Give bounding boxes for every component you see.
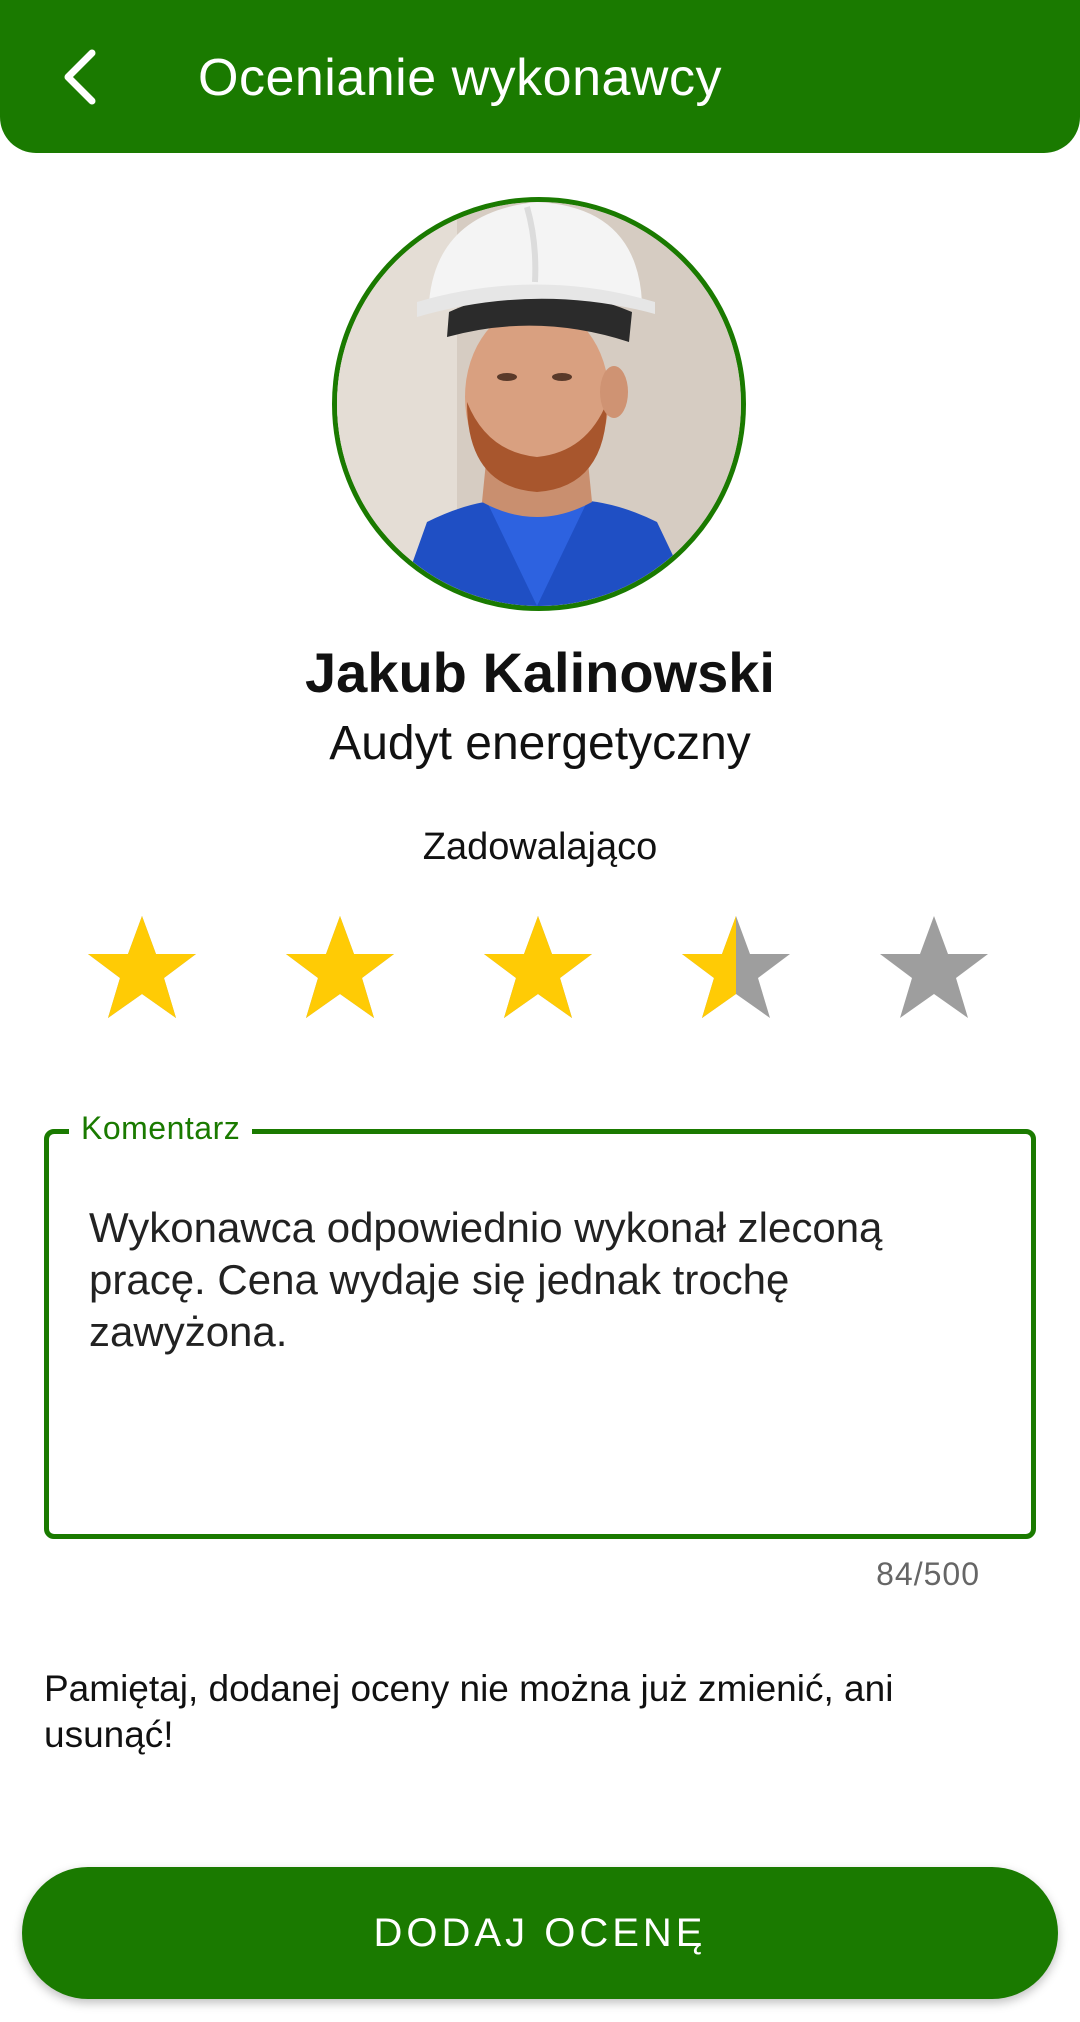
contractor-avatar xyxy=(332,197,746,611)
app-bar: Ocenianie wykonawcy xyxy=(0,0,1080,153)
rating-label: Zadowalająco xyxy=(422,826,658,868)
star-icon-2[interactable] xyxy=(280,910,400,1030)
warning-text: Pamiętaj, dodanej oceny nie można już zm… xyxy=(44,1668,894,1755)
comment-label: Komentarz xyxy=(69,1110,253,1147)
star-rating[interactable] xyxy=(0,910,1080,1030)
contractor-service: Audyt energetyczny xyxy=(329,717,751,770)
submit-rating-button[interactable]: DODAJ OCENĘ xyxy=(22,1867,1058,1999)
comment-input-text[interactable]: Wykonawca odpowiednio wykonał zleconą pr… xyxy=(89,1202,989,1358)
comment-field[interactable]: Komentarz Wykonawca odpowiednio wykonał … xyxy=(44,1110,1036,1539)
page-title: Ocenianie wykonawcy xyxy=(198,49,722,107)
star-icon-1[interactable] xyxy=(82,910,202,1030)
back-button[interactable] xyxy=(40,32,120,122)
contractor-name: Jakub Kalinowski xyxy=(305,641,775,704)
character-counter: 84/500 xyxy=(876,1556,980,1592)
star-icon-5[interactable] xyxy=(874,910,994,1030)
star-icon-4[interactable] xyxy=(676,910,796,1030)
chevron-left-icon xyxy=(64,49,96,105)
star-icon-3[interactable] xyxy=(478,910,598,1030)
